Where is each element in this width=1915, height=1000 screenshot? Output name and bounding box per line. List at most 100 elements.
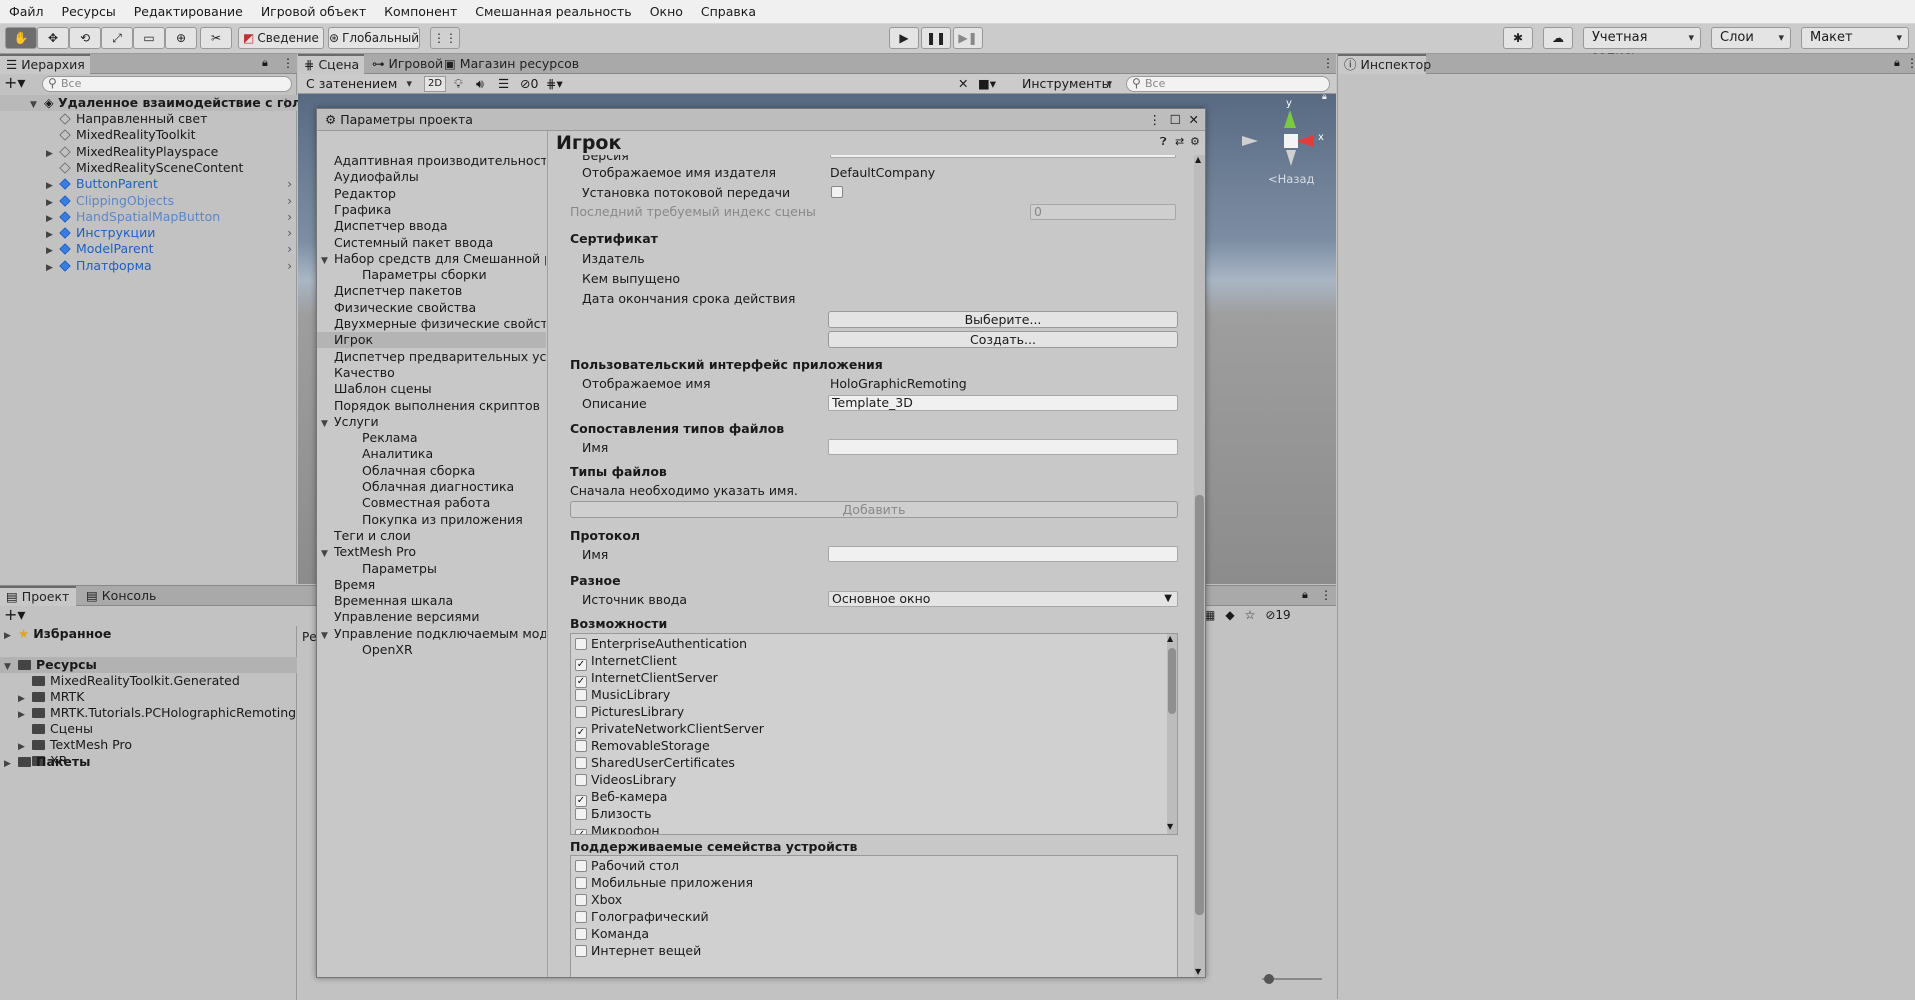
tab-asset-store[interactable]: ▣ Магазин ресурсов bbox=[438, 54, 586, 74]
lighting-icon[interactable]: 💡︎ bbox=[454, 76, 463, 92]
zoom-slider-handle[interactable] bbox=[1264, 974, 1274, 984]
filter-label-icon[interactable]: ◆ bbox=[1225, 608, 1234, 622]
grid-snap-icon[interactable]: ⋮⋮ bbox=[430, 27, 460, 49]
close-icon[interactable]: ✕ bbox=[1189, 109, 1199, 131]
hand-tool-icon[interactable]: ✋ bbox=[5, 27, 37, 49]
kebab-menu-icon[interactable]: ⋮ bbox=[1322, 56, 1334, 70]
capabilities-scroll-thumb[interactable] bbox=[1168, 648, 1176, 714]
help-icon[interactable]: ❓︎ bbox=[1160, 135, 1167, 149]
hierarchy-item[interactable]: ▶ Инструкции › bbox=[0, 225, 297, 241]
capability-row[interactable]: Близость bbox=[575, 805, 652, 822]
device-family-row[interactable]: Мобильные приложения bbox=[575, 874, 753, 891]
hierarchy-item[interactable]: MixedRealitySceneContent bbox=[0, 160, 297, 176]
settings-nav-item[interactable]: Теги и слои bbox=[317, 528, 546, 544]
settings-gear-icon[interactable]: ⚙ bbox=[1190, 135, 1200, 148]
hierarchy-item[interactable]: Направленный свет bbox=[0, 111, 297, 127]
device-family-checkbox[interactable] bbox=[575, 877, 587, 889]
chevron-right-icon[interactable]: › bbox=[287, 258, 292, 274]
gizmo-center-cube[interactable] bbox=[1284, 134, 1298, 148]
settings-nav-item[interactable]: Облачная сборка bbox=[317, 463, 546, 479]
effects-icon[interactable]: ☰ bbox=[498, 76, 509, 91]
kebab-menu-icon[interactable]: ⋮ bbox=[1149, 109, 1162, 131]
content-scroll-thumb[interactable] bbox=[1195, 495, 1204, 915]
capability-row[interactable]: SharedUserCertificates bbox=[575, 754, 735, 771]
hierarchy-item[interactable]: ▶ ClippingObjects › bbox=[0, 193, 297, 209]
maximize-icon[interactable]: ☐ bbox=[1170, 109, 1181, 131]
hierarchy-item[interactable]: ▶ HandSpatialMapButton › bbox=[0, 209, 297, 225]
hierarchy-item[interactable]: ▶ MixedRealityPlayspace bbox=[0, 144, 297, 160]
dialog-titlebar[interactable]: ⚙ Параметры проекта ⋮ ☐ ✕ bbox=[317, 109, 1205, 131]
capability-row[interactable]: PicturesLibrary bbox=[575, 703, 684, 720]
settings-nav-item[interactable]: Управление версиями bbox=[317, 609, 546, 625]
hierarchy-search-input[interactable]: Все bbox=[42, 76, 292, 92]
kebab-menu-icon[interactable]: ⋮ bbox=[280, 95, 292, 111]
capability-row[interactable]: MusicLibrary bbox=[575, 686, 670, 703]
expand-arrow-icon[interactable]: ▼ bbox=[321, 416, 330, 430]
gizmo-lock-icon[interactable]: 🔒︎ bbox=[1322, 92, 1327, 102]
fta-name-field[interactable] bbox=[828, 439, 1178, 455]
menu-file[interactable]: Файл bbox=[0, 0, 53, 24]
toggle-2d[interactable]: 2D bbox=[424, 76, 446, 92]
settings-nav-item[interactable]: Параметры bbox=[317, 561, 546, 577]
settings-nav-item[interactable]: Редактор bbox=[317, 186, 546, 202]
menu-edit[interactable]: Редактирование bbox=[125, 0, 252, 24]
menu-component[interactable]: Компонент bbox=[375, 0, 466, 24]
shading-dropdown[interactable]: С затенением bbox=[298, 74, 418, 94]
capability-row[interactable]: ✓ InternetClientServer bbox=[575, 669, 718, 688]
tab-game[interactable]: ⊶ Игровой bbox=[366, 54, 443, 74]
cloud-icon[interactable]: ☁ bbox=[1543, 27, 1573, 49]
rect-tool-icon[interactable]: ▭ bbox=[133, 27, 165, 49]
capability-row[interactable]: RemovableStorage bbox=[575, 737, 710, 754]
expand-arrow-icon[interactable]: ▼ bbox=[4, 659, 14, 675]
settings-nav-item[interactable]: Графика bbox=[317, 202, 546, 218]
menu-window[interactable]: Окно bbox=[641, 0, 692, 24]
assets-row[interactable]: ▼ Ресурсы bbox=[0, 657, 297, 673]
asset-folder-row[interactable]: ▶ MRTK bbox=[18, 689, 84, 705]
device-family-row[interactable]: Рабочий стол bbox=[575, 857, 679, 874]
tab-inspector[interactable]: ⓘ Инспектор bbox=[1338, 54, 1431, 74]
pivot-toggle[interactable]: ◩ Сведение bbox=[238, 27, 324, 49]
settings-nav-item[interactable]: Параметры сборки bbox=[317, 267, 546, 283]
expand-arrow-icon[interactable]: ▼ bbox=[321, 546, 330, 560]
audio-icon[interactable]: 🔊︎ bbox=[476, 76, 484, 92]
description-field[interactable]: Template_3D bbox=[828, 395, 1178, 411]
hierarchy-item[interactable]: ▶ ModelParent › bbox=[0, 241, 297, 257]
lock-icon[interactable]: 🔒︎ bbox=[262, 56, 268, 70]
collab-icon[interactable]: ✱ bbox=[1503, 27, 1533, 49]
hidden-icon[interactable]: ⊘0 bbox=[520, 76, 538, 91]
favorites-row[interactable]: ▶ ★ Избранное bbox=[4, 626, 111, 642]
settings-nav-item[interactable]: ▼ TextMesh Pro bbox=[317, 544, 546, 560]
capability-checkbox[interactable] bbox=[575, 638, 587, 650]
scale-tool-icon[interactable]: ⤢ bbox=[101, 27, 133, 49]
device-family-row[interactable]: Xbox bbox=[575, 891, 622, 908]
device-family-checkbox[interactable] bbox=[575, 894, 587, 906]
gizmo-back-label[interactable]: <Назад bbox=[1268, 172, 1314, 186]
transform-tool-icon[interactable]: ⊕ bbox=[165, 27, 197, 49]
chevron-right-icon[interactable]: › bbox=[287, 209, 292, 225]
input-source-dropdown[interactable]: Основное окно ▼ bbox=[828, 591, 1178, 607]
settings-nav-item[interactable]: OpenXR bbox=[317, 642, 546, 658]
capability-row[interactable]: EnterpriseAuthentication bbox=[575, 635, 747, 652]
pause-button[interactable]: ❚❚ bbox=[921, 27, 951, 49]
step-button[interactable]: ▶❚ bbox=[953, 27, 983, 49]
presets-icon[interactable]: ⇄ bbox=[1175, 135, 1184, 148]
play-button[interactable]: ▶ bbox=[889, 27, 919, 49]
protocol-name-field[interactable] bbox=[828, 546, 1178, 562]
expand-arrow-icon[interactable]: ▼ bbox=[321, 628, 330, 642]
device-family-checkbox[interactable] bbox=[575, 860, 587, 872]
create-certificate-button[interactable]: Создать... bbox=[828, 331, 1178, 348]
scroll-up-icon[interactable]: ▲ bbox=[1195, 155, 1201, 164]
settings-nav-item[interactable]: Покупка из приложения bbox=[317, 512, 546, 528]
layers-dropdown[interactable]: Слои bbox=[1711, 27, 1791, 49]
scene-search-input[interactable]: Все bbox=[1126, 76, 1330, 92]
capability-row[interactable]: VideosLibrary bbox=[575, 771, 676, 788]
settings-nav-item[interactable]: ▼ Услуги bbox=[317, 414, 546, 430]
settings-nav-item[interactable]: Совместная работа bbox=[317, 495, 546, 511]
settings-nav-item[interactable]: Время bbox=[317, 577, 546, 593]
settings-nav-item[interactable]: Диспетчер пакетов bbox=[317, 283, 546, 299]
asset-folder-row[interactable]: ▶ TextMesh Pro bbox=[18, 737, 132, 753]
capability-row[interactable]: ✓ Микрофон bbox=[575, 822, 660, 834]
asset-folder-row[interactable]: Сцены bbox=[18, 721, 93, 737]
chevron-right-icon[interactable]: › bbox=[287, 193, 292, 209]
tab-hierarchy[interactable]: ☰ Иерархия bbox=[0, 54, 90, 74]
